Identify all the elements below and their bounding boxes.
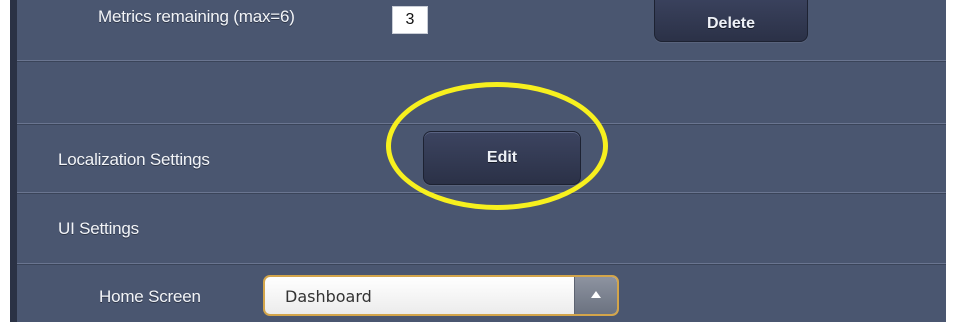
localization-settings-label: Localization Settings bbox=[58, 150, 210, 169]
select-toggle[interactable] bbox=[574, 277, 617, 314]
chevron-up-icon bbox=[591, 291, 601, 298]
edit-button[interactable]: Edit bbox=[423, 131, 581, 185]
page-background-right bbox=[946, 0, 957, 322]
ui-settings-row bbox=[17, 193, 946, 264]
panel-left-border bbox=[10, 0, 17, 322]
delete-button[interactable]: Delete bbox=[654, 0, 808, 42]
ui-settings-label: UI Settings bbox=[58, 219, 139, 238]
empty-row bbox=[17, 61, 946, 124]
metrics-remaining-value: 3 bbox=[392, 6, 428, 34]
metrics-remaining-label: Metrics remaining (max=6) bbox=[98, 7, 295, 26]
home-screen-selected-value: Dashboard bbox=[285, 287, 372, 306]
home-screen-select[interactable]: Dashboard bbox=[263, 275, 619, 316]
home-screen-label: Home Screen bbox=[99, 287, 201, 306]
